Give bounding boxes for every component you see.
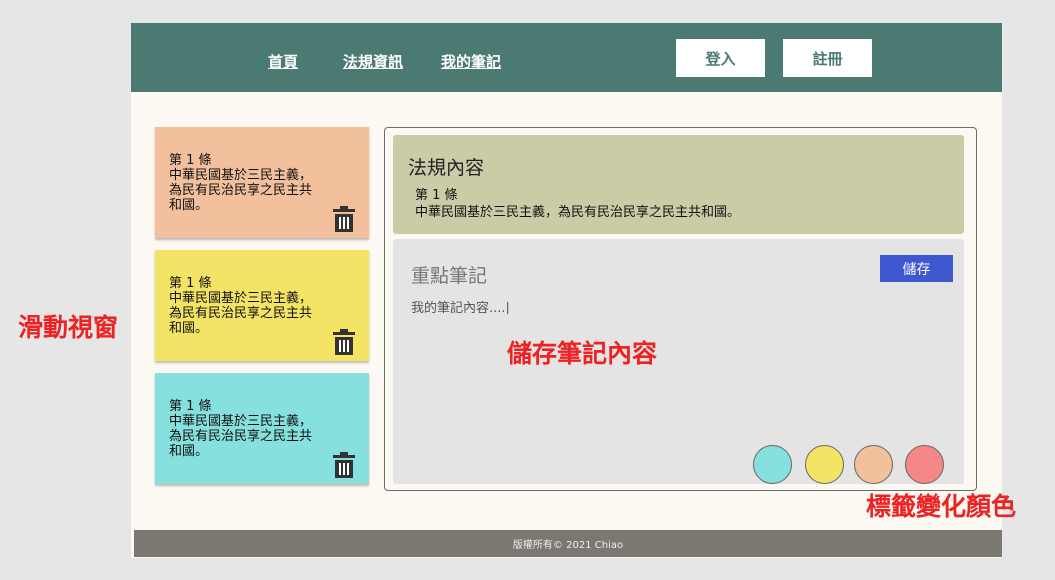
note-body: 中華民國基於三民主義，為民有民治民享之民主共和國。 [169, 291, 313, 336]
copyright-text: 版權所有© 2021 Chiao [512, 540, 624, 551]
note-body: 中華民國基於三民主義，為民有民治民享之民主共和國。 [169, 168, 313, 213]
note-editor: 法規內容 第 1 條 中華民國基於三民主義，為民有民治民享之民主共和國。 重點筆… [384, 127, 977, 491]
law-article-body: 中華民國基於三民主義，為民有民治民享之民主共和國。 [415, 205, 741, 220]
law-article-title: 第 1 條 [415, 188, 458, 203]
register-button[interactable]: 註冊 [783, 39, 872, 77]
key-notes-heading: 重點筆記 [411, 265, 488, 287]
note-card[interactable]: 第 1 條 中華民國基於三民主義，為民有民治民享之民主共和國。 [155, 373, 369, 484]
nav-link-home[interactable]: 首頁 [268, 51, 298, 72]
login-button[interactable]: 登入 [676, 39, 765, 77]
trash-icon[interactable] [333, 206, 355, 232]
app-window: 首頁 法規資訊 我的筆記 登入 註冊 第 1 條 中華民國基於三民主義，為民有民… [131, 23, 1002, 558]
tag-color-cyan[interactable] [753, 445, 792, 484]
law-content-heading: 法規內容 [408, 157, 485, 179]
note-title: 第 1 條 [169, 153, 212, 168]
nav-link-my-notes[interactable]: 我的筆記 [441, 51, 501, 72]
note-content-input[interactable] [411, 299, 851, 314]
top-navbar: 首頁 法規資訊 我的筆記 登入 註冊 [131, 23, 1002, 92]
tag-color-red[interactable] [905, 445, 944, 484]
note-title: 第 1 條 [169, 276, 212, 291]
law-article: 第 1 條 中華民國基於三民主義，為民有民治民享之民主共和國。 [415, 187, 740, 221]
key-notes-panel: 重點筆記 儲存 [393, 239, 964, 484]
note-card[interactable]: 第 1 條 中華民國基於三民主義，為民有民治民享之民主共和國。 [155, 127, 369, 238]
footer: 版權所有© 2021 Chiao [134, 530, 1002, 557]
annotation-scroll-window: 滑動視窗 [18, 313, 119, 342]
nav-link-regulations[interactable]: 法規資訊 [343, 51, 403, 72]
tag-color-peach[interactable] [854, 445, 893, 484]
tag-color-yellow[interactable] [805, 445, 844, 484]
annotation-save-note: 儲存筆記內容 [507, 339, 658, 368]
trash-icon[interactable] [333, 329, 355, 355]
note-body: 中華民國基於三民主義，為民有民治民享之民主共和國。 [169, 414, 313, 459]
save-button[interactable]: 儲存 [880, 255, 953, 282]
trash-icon[interactable] [333, 452, 355, 478]
note-card[interactable]: 第 1 條 中華民國基於三民主義，為民有民治民享之民主共和國。 [155, 250, 369, 361]
law-content-panel: 法規內容 第 1 條 中華民國基於三民主義，為民有民治民享之民主共和國。 [393, 135, 964, 234]
annotation-tag-color: 標籤變化顏色 [866, 492, 1017, 521]
note-title: 第 1 條 [169, 399, 212, 414]
